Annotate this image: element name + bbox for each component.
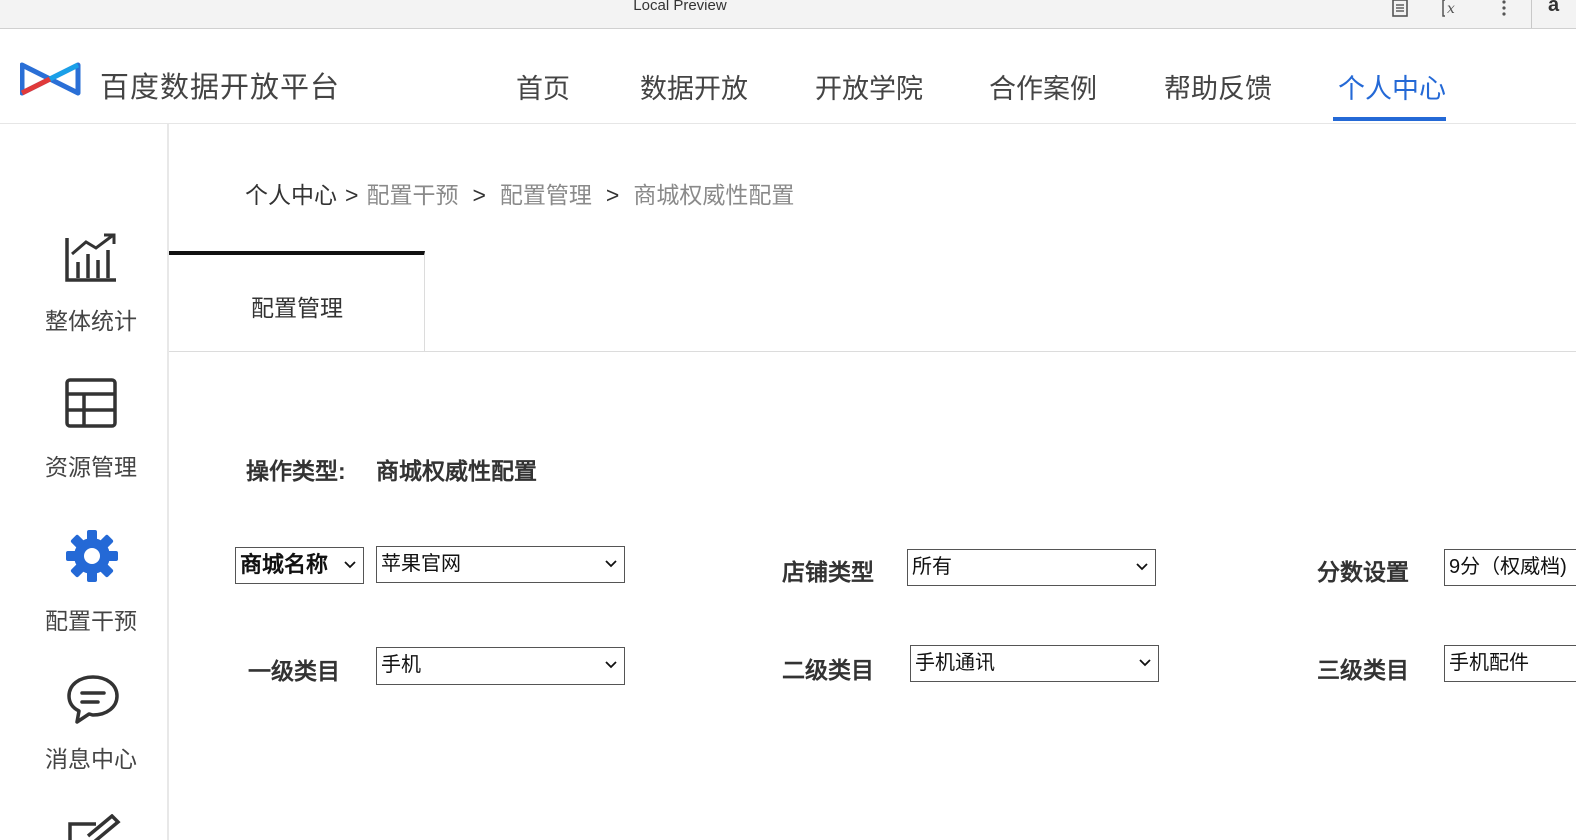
tab-bar-divider (169, 351, 1576, 352)
edit-icon (66, 814, 122, 840)
category-level2-label: 二级类目 (782, 657, 874, 683)
message-icon (66, 674, 122, 726)
chevron-down-icon (605, 560, 617, 568)
chevron-down-icon (1139, 659, 1151, 667)
category-level1-select[interactable]: 手机 (376, 647, 625, 685)
category-level3-value: 手机配件 (1449, 652, 1529, 674)
baidu-data-logo[interactable] (19, 61, 82, 97)
gear-icon (64, 528, 120, 582)
breadcrumb-config-management[interactable]: 配置管理 (500, 182, 592, 208)
sidebar-item-label: 消息中心 (45, 746, 137, 772)
mall-name-select[interactable]: 苹果官网 (376, 546, 625, 583)
shop-type-select[interactable]: 所有 (907, 549, 1156, 586)
sidebar-item-edit[interactable] (0, 814, 167, 840)
chevron-down-icon (1136, 563, 1148, 571)
score-setting-label: 分数设置 (1317, 559, 1409, 585)
tab-config-management[interactable]: 配置管理 (169, 251, 425, 351)
sidebar-item-config-intervention[interactable]: 配置干预 (0, 528, 167, 638)
table-icon (64, 378, 120, 430)
category-level1-label: 一级类目 (248, 658, 340, 684)
category-level3-label: 三级类目 (1317, 657, 1409, 683)
site-header: 百度数据开放平台 首页 数据开放 开放学院 合作案例 帮助反馈 个人中心 (0, 29, 1576, 124)
window-title: Local Preview (633, 0, 727, 14)
nav-help[interactable]: 帮助反馈 (1164, 67, 1272, 106)
nav-cases[interactable]: 合作案例 (989, 67, 1097, 106)
breadcrumb-config-intervention[interactable]: 配置干预 (366, 182, 458, 208)
mall-name-value: 苹果官网 (381, 553, 461, 575)
nav-data-open[interactable]: 数据开放 (640, 67, 748, 106)
svg-text:x: x (1447, 1, 1455, 17)
score-setting-value: 9分（权威档) (1449, 556, 1567, 578)
breadcrumb-mall-authority-config: 商城权威性配置 (633, 182, 795, 208)
chart-icon (64, 232, 120, 284)
brand-name[interactable]: 百度数据开放平台 (100, 64, 340, 106)
sidebar: 整体统计 资源管理 配置干预 消息中心 (0, 124, 169, 840)
mall-key-value: 商城名称 (240, 552, 329, 577)
nav-active-indicator (1333, 117, 1446, 121)
operation-type-value: 商城权威性配置 (376, 458, 537, 484)
category-level3-select[interactable]: 手机配件 (1444, 645, 1576, 682)
category-level1-value: 手机 (381, 654, 421, 676)
sidebar-item-label: 整体统计 (45, 308, 137, 334)
nav-academy[interactable]: 开放学院 (815, 67, 923, 106)
category-level2-select[interactable]: 手机通讯 (910, 645, 1159, 682)
sidebar-item-label: 配置干预 (45, 608, 137, 634)
breadcrumb-separator: > (345, 182, 359, 208)
nav-personal-center[interactable]: 个人中心 (1338, 67, 1446, 106)
breadcrumb: 个人中心 > 配置干预 > 配置管理 > 商城权威性配置 (245, 176, 794, 210)
reader-icon[interactable] (1388, 0, 1412, 20)
sidebar-item-message-center[interactable]: 消息中心 (0, 674, 167, 784)
shop-type-value: 所有 (912, 556, 952, 578)
sidebar-item-label: 资源管理 (45, 454, 137, 480)
breadcrumb-separator: > (605, 182, 620, 208)
operation-type-label: 操作类型: (246, 458, 346, 484)
nav-home[interactable]: 首页 (516, 67, 570, 106)
profile-initial[interactable]: a (1548, 0, 1559, 17)
breadcrumb-personal-center[interactable]: 个人中心 (245, 182, 337, 208)
mall-key-select[interactable]: 商城名称 (235, 547, 364, 584)
shop-type-label: 店铺类型 (782, 559, 874, 585)
more-options-icon[interactable] (1492, 0, 1516, 20)
chevron-down-icon (605, 661, 617, 669)
breadcrumb-separator: > (472, 182, 486, 208)
formula-icon[interactable]: x (1440, 0, 1464, 20)
titlebar-separator (1531, 0, 1532, 28)
score-setting-select[interactable]: 9分（权威档) (1444, 549, 1576, 586)
chevron-down-icon (344, 561, 356, 569)
sidebar-item-overall-stats[interactable]: 整体统计 (0, 232, 167, 342)
category-level2-value: 手机通讯 (915, 652, 995, 674)
sidebar-item-resource-management[interactable]: 资源管理 (0, 378, 167, 488)
browser-title-bar: Local Preview x a (0, 0, 1576, 29)
tab-label: 配置管理 (251, 295, 343, 321)
